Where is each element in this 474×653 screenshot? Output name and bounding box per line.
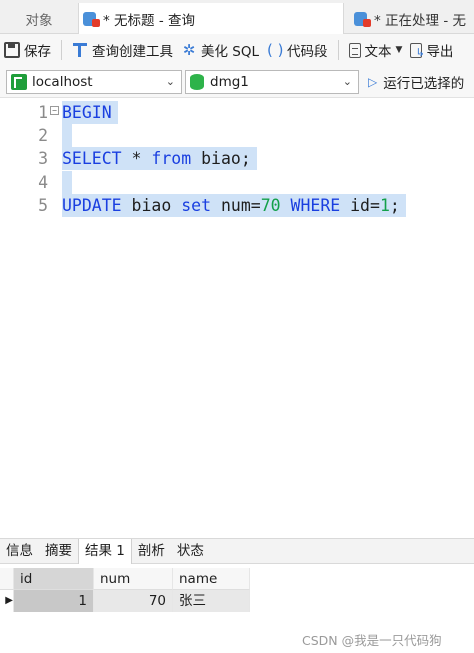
editor-toolbar: 保存 查询创建工具 ✲ 美化 SQL ( ) 代码段 文本 ▼ 导出 bbox=[0, 34, 474, 66]
save-icon bbox=[4, 42, 20, 58]
tab-objects-label: 对象 bbox=[25, 12, 53, 29]
export-icon bbox=[410, 42, 425, 59]
beautify-icon: ✲ bbox=[182, 41, 196, 59]
code-text: BEGIN bbox=[62, 101, 118, 124]
column-header-id[interactable]: id bbox=[14, 568, 94, 590]
sql-text: biao bbox=[121, 195, 182, 215]
code-line: 5 UPDATE biao set num=70 WHERE id=1; bbox=[0, 193, 474, 217]
result-tab[interactable]: 信息 bbox=[0, 539, 39, 564]
watermark: CSDN @我是一只代码狗 bbox=[302, 633, 442, 648]
toolbar-divider bbox=[61, 40, 62, 60]
save-label: 保存 bbox=[24, 44, 51, 60]
sql-keyword: from bbox=[151, 149, 192, 169]
database-select[interactable]: dmg1 ⌄ bbox=[185, 70, 359, 94]
tab-query-label: * 无标题 - 查询 bbox=[103, 12, 195, 29]
beautify-sql-button[interactable]: ✲ 美化 SQL bbox=[177, 37, 263, 63]
result-tab-bar: 信息 摘要 结果 1 剖析 状态 bbox=[0, 538, 474, 564]
toolbar-divider bbox=[337, 40, 339, 60]
code-text bbox=[62, 124, 72, 148]
table-cell[interactable]: 1 bbox=[14, 590, 94, 612]
sql-text: ; bbox=[389, 195, 400, 215]
connection-value: localhost bbox=[32, 74, 93, 90]
run-selected-label: 运行已选择的 bbox=[383, 76, 465, 92]
sql-keyword: WHERE bbox=[290, 195, 341, 215]
column-header-name[interactable]: name bbox=[173, 568, 250, 590]
tab-bar: 对象 * 无标题 - 查询 * 正在处理 - 无 bbox=[0, 0, 474, 34]
text-document-icon bbox=[348, 42, 361, 58]
sql-keyword: UPDATE bbox=[62, 195, 122, 215]
tab-running[interactable]: * 正在处理 - 无 bbox=[350, 3, 474, 34]
code-snippet-label: 代码段 bbox=[287, 44, 328, 60]
sql-keyword: set bbox=[181, 195, 212, 215]
sql-keyword: SELECT bbox=[62, 149, 122, 169]
line-number: 5 bbox=[38, 195, 48, 215]
line-number: 4 bbox=[38, 172, 48, 192]
sql-text: biao; bbox=[191, 149, 251, 169]
code-line: 2 bbox=[0, 124, 474, 148]
export-button[interactable]: 导出 bbox=[406, 37, 457, 63]
connection-icon bbox=[11, 74, 27, 90]
table-cell[interactable]: 张三 bbox=[173, 590, 250, 612]
tab-query-untitled[interactable]: * 无标题 - 查询 bbox=[78, 3, 344, 34]
play-icon: ▷ bbox=[368, 75, 378, 89]
code-line: 1− BEGIN bbox=[0, 101, 474, 124]
chevron-down-icon: ⌄ bbox=[165, 75, 175, 88]
code-text bbox=[62, 170, 72, 194]
sql-text: num= bbox=[211, 195, 261, 215]
line-number: 3 bbox=[38, 149, 48, 169]
table-row[interactable]: ▶ 1 70 张三 bbox=[0, 590, 250, 612]
sql-editor[interactable]: 1− BEGIN 2 3 SELECT * from biao; 4 5 UPDATE b… bbox=[0, 98, 474, 536]
database-value: dmg1 bbox=[210, 74, 249, 90]
code-line: 3 SELECT * from biao; bbox=[0, 147, 474, 171]
query-icon bbox=[354, 11, 371, 27]
code-line: 4 bbox=[0, 170, 474, 194]
sql-number: 1 bbox=[379, 195, 390, 215]
result-tab[interactable]: 摘要 bbox=[39, 539, 78, 564]
database-icon bbox=[190, 74, 204, 90]
connection-bar: localhost ⌄ dmg1 ⌄ ▷ 运行已选择的 bbox=[0, 66, 474, 98]
column-header-num[interactable]: num bbox=[94, 568, 173, 590]
fold-toggle-icon[interactable]: − bbox=[50, 106, 59, 115]
code-text: UPDATE biao set num=70 WHERE id=1; bbox=[62, 193, 406, 217]
query-icon bbox=[83, 11, 100, 27]
sql-text: id= bbox=[340, 195, 380, 215]
line-number: 2 bbox=[38, 126, 48, 146]
connection-select[interactable]: localhost ⌄ bbox=[6, 70, 182, 94]
query-builder-button[interactable]: 查询创建工具 bbox=[68, 37, 177, 63]
grid-header-row: id num name bbox=[0, 568, 250, 590]
code-snippet-icon: ( ) bbox=[267, 41, 284, 59]
result-tab[interactable]: 结果 1 bbox=[78, 539, 132, 564]
result-tab[interactable]: 状态 bbox=[171, 539, 210, 564]
text-button[interactable]: 文本 ▼ bbox=[345, 37, 407, 63]
text-label: 文本 bbox=[364, 44, 392, 60]
line-number: 1 bbox=[38, 103, 48, 122]
query-builder-icon bbox=[72, 42, 88, 58]
caret-down-icon: ▼ bbox=[395, 45, 403, 55]
row-marker-header bbox=[0, 568, 14, 590]
current-row-icon: ▶ bbox=[0, 590, 14, 612]
tab-running-label: * 正在处理 - 无 bbox=[374, 12, 466, 29]
run-selected-button[interactable]: ▷ 运行已选择的 bbox=[368, 70, 464, 94]
export-label: 导出 bbox=[426, 44, 454, 60]
query-builder-label: 查询创建工具 bbox=[92, 44, 173, 60]
chevron-down-icon: ⌄ bbox=[342, 75, 352, 88]
table-cell[interactable]: 70 bbox=[94, 590, 173, 612]
result-tab[interactable]: 剖析 bbox=[132, 539, 171, 564]
sql-text: * bbox=[121, 149, 152, 169]
code-snippet-button[interactable]: ( ) 代码段 bbox=[263, 37, 332, 63]
save-button[interactable]: 保存 bbox=[0, 37, 55, 63]
sql-number: 70 bbox=[260, 195, 281, 215]
beautify-label: 美化 SQL bbox=[201, 44, 260, 60]
sql-keyword: BEGIN bbox=[62, 103, 112, 122]
code-text: SELECT * from biao; bbox=[62, 147, 257, 171]
tab-objects[interactable]: 对象 bbox=[0, 3, 78, 34]
